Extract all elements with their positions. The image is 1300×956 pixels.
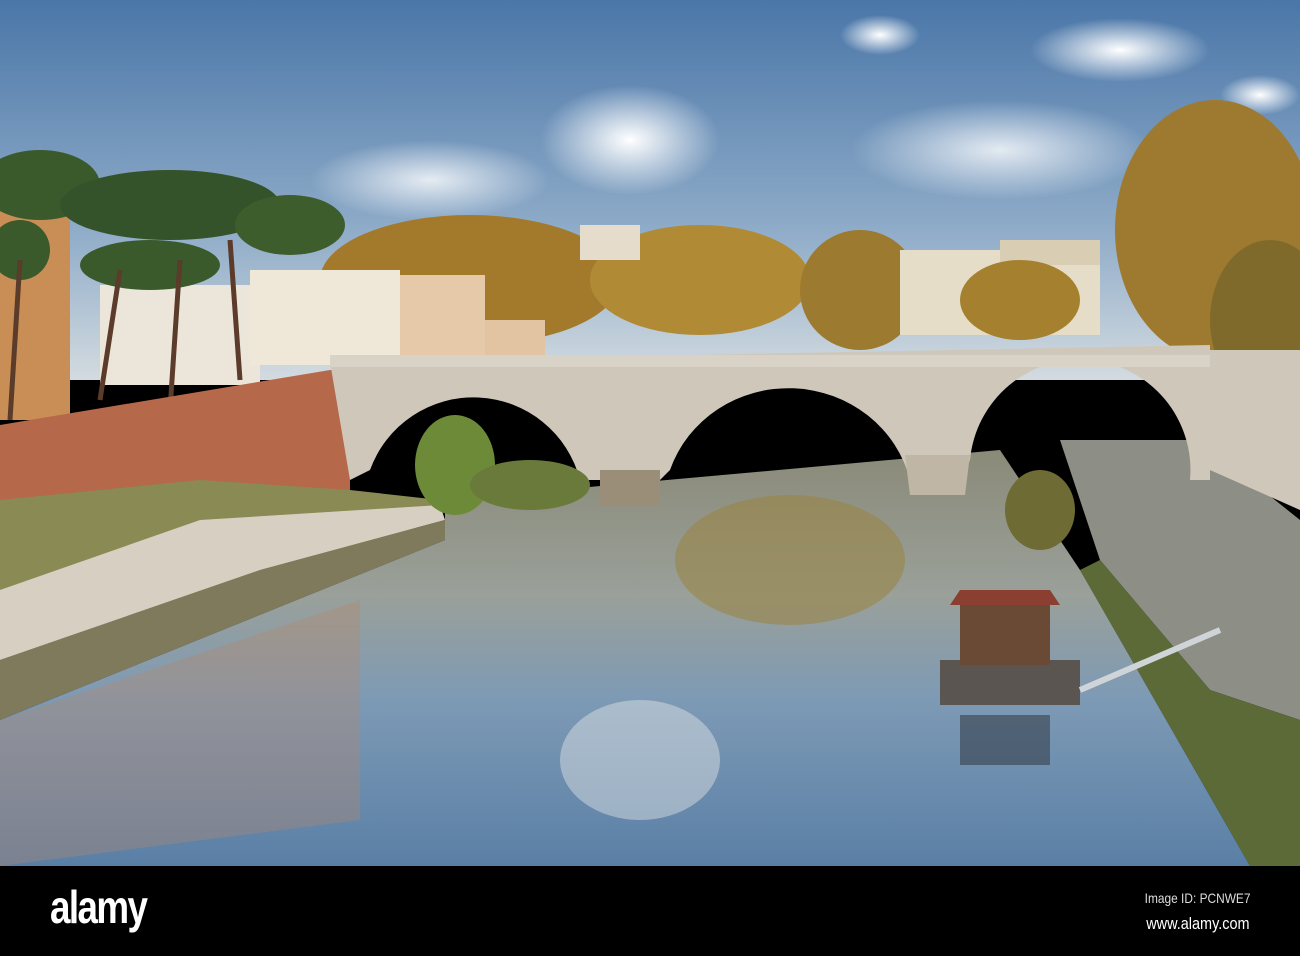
photo-tiber-river-bridge <box>0 0 1300 866</box>
watermark-url: www.alamy.com <box>1146 914 1250 933</box>
image-id-label: Image ID: PCNWE7 <box>1144 890 1250 906</box>
alamy-logo: alamy <box>50 881 148 933</box>
watermark-bar: alamy Image ID: PCNWE7 www.alamy.com <box>0 866 1300 956</box>
